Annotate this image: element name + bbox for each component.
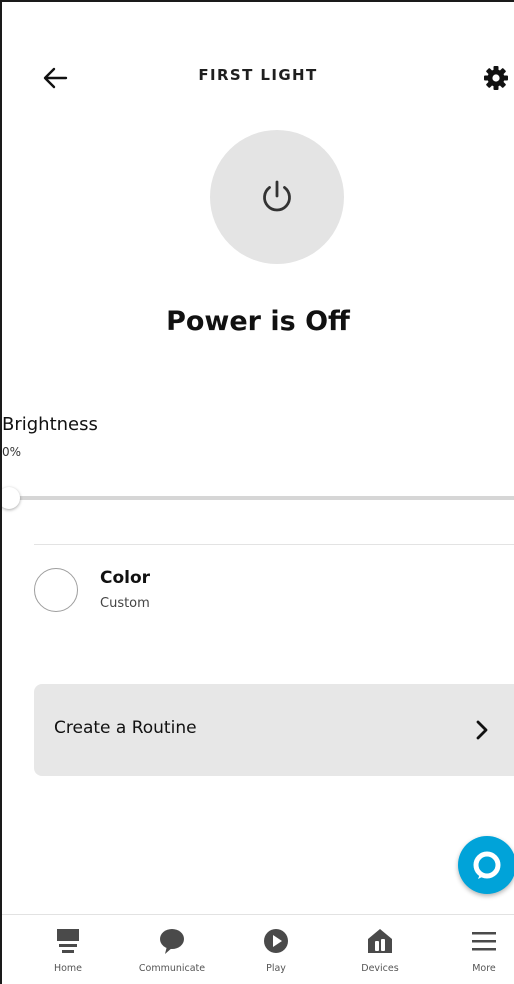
nav-play[interactable]: Play <box>226 921 326 981</box>
bottom-nav: Home Communicate Play Devices More <box>2 914 514 984</box>
power-button[interactable] <box>210 130 344 264</box>
power-status-text: Power is Off <box>166 306 350 337</box>
alexa-button[interactable] <box>458 836 514 894</box>
play-icon <box>258 923 294 959</box>
gear-icon <box>484 66 508 90</box>
divider <box>34 544 514 545</box>
slider-track <box>2 496 514 500</box>
nav-home-label: Home <box>53 963 83 974</box>
chat-bubble-icon <box>154 923 190 959</box>
devices-house-icon <box>362 923 398 959</box>
nav-more-label: More <box>472 963 496 974</box>
slider-thumb[interactable] <box>2 487 20 509</box>
nav-home[interactable]: Home <box>18 921 118 981</box>
nav-communicate[interactable]: Communicate <box>122 921 222 981</box>
brightness-slider[interactable] <box>2 482 514 518</box>
nav-more[interactable]: More <box>434 921 514 981</box>
power-icon <box>263 180 291 212</box>
nav-devices[interactable]: Devices <box>330 921 430 981</box>
page-title: FIRST LIGHT <box>198 66 318 84</box>
brightness-value: 0% <box>2 445 22 459</box>
device-screen: FIRST LIGHT Power is Off Brightness 0% C… <box>0 0 514 984</box>
home-icon <box>50 923 86 959</box>
create-routine-label: Create a Routine <box>54 718 197 738</box>
color-setting[interactable]: Color Custom <box>34 564 514 624</box>
chevron-right-icon <box>476 720 488 740</box>
menu-icon <box>466 923 502 959</box>
alexa-ring-icon <box>473 851 501 879</box>
brightness-label: Brightness <box>2 414 98 435</box>
color-swatch[interactable] <box>34 568 78 612</box>
nav-communicate-label: Communicate <box>138 963 206 974</box>
nav-play-label: Play <box>266 963 286 974</box>
nav-devices-label: Devices <box>361 963 399 974</box>
color-title: Color <box>100 568 151 588</box>
create-routine-button[interactable]: Create a Routine <box>34 684 514 776</box>
color-subtitle: Custom <box>100 596 150 611</box>
settings-button[interactable] <box>482 64 510 92</box>
